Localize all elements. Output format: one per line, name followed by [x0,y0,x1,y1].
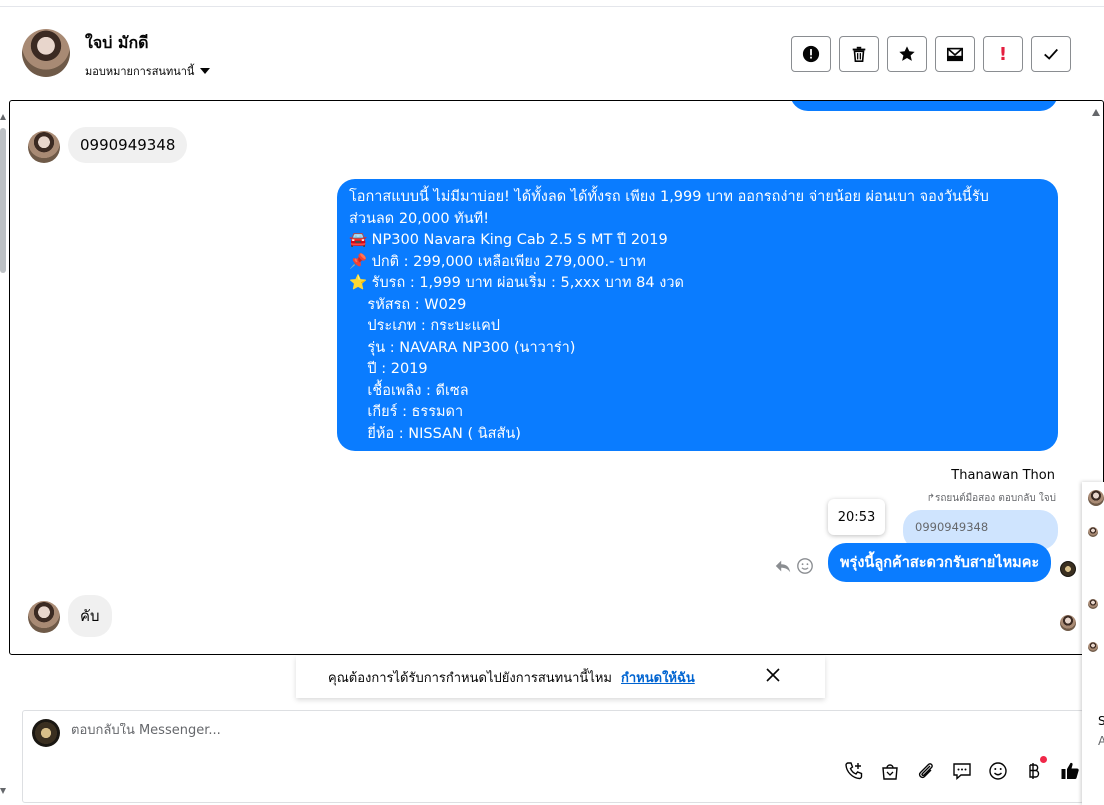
reply-icon[interactable] [774,557,792,575]
emoji-icon [989,762,1007,780]
done-icon [1044,48,1058,60]
reply-input[interactable] [71,723,771,738]
page-seen-avatar [1060,561,1076,577]
outgoing-reply-message[interactable]: พรุ่งนี้ลูกค้าสะดวกรับสายไหมคะ [828,543,1052,582]
like-button[interactable] [1057,758,1083,784]
close-icon[interactable] [766,668,780,682]
important-icon: ! [998,43,1008,65]
promo-line: ส่วนลด 20,000 ทันที! [349,210,490,227]
shop-button[interactable] [877,758,903,784]
panel-avatar[interactable] [1088,490,1104,506]
baht-payment-icon [1029,763,1040,779]
contact-seen-avatar [1060,615,1076,631]
promo-line: ยี่ห้อ : NISSAN ( นิสสัน) [349,425,521,442]
star-icon [899,46,915,61]
composer-tools [841,756,1083,784]
assign-reminder-banner: คุณต้องการได้รับการกำหนดไปยังการสนทนานี้… [296,656,825,698]
page-scroll-up-arrow[interactable] [0,114,6,120]
payment-button[interactable] [1021,756,1047,784]
promo-line: เกียร์ : ธรรมดา [349,404,464,420]
react-emoji-icon[interactable] [796,557,814,575]
thumbs-up-icon [1061,762,1079,779]
assign-label: มอบหมายการสนทนานี้ [85,65,195,78]
promo-line: เชื้อเพลิง : ดีเซล [349,382,469,399]
sender-name: Thanawan Thon [951,468,1055,483]
important-button[interactable]: ! [983,36,1023,72]
page-scrollbar-thumb[interactable] [0,128,6,273]
outgoing-promo-message[interactable]: โอกาสแบบนี้ ไม่มีมาบ่อย! ได้ทั้งลด ได้ทั… [337,179,1058,451]
mark-unread-button[interactable] [935,36,975,72]
previous-outgoing-bubble [790,101,1058,111]
conversation-header: ใจบ่ มักดี มอบหมายการสนทนานี้ ! [0,7,1104,101]
header-actions: ! [791,36,1071,72]
spam-button[interactable] [791,36,831,72]
message-thread[interactable]: 0990949348 โอกาสแบบนี้ ไม่มีมาบ่อย! ได้ท… [9,100,1104,655]
panel-avatar[interactable] [1088,527,1098,537]
mark-unread-icon [946,47,964,62]
contact-message-avatar[interactable] [28,601,60,633]
notification-dot [1040,756,1047,763]
attach-button[interactable] [913,758,939,784]
attach-icon [918,763,933,779]
reminder-text: คุณต้องการได้รับการกำหนดไปยังการสนทนานี้… [328,670,612,686]
page-avatar [32,719,60,747]
saved-reply-icon [953,763,971,781]
time-tooltip: 20:53 [828,499,885,535]
delete-button[interactable] [839,36,879,72]
promo-line: ปี : 2019 [349,361,428,377]
page-scroll-down-arrow[interactable] [0,788,6,794]
contact-name[interactable]: ใจบ่ มักดี [85,31,149,56]
promo-line: ประเภท : กระบะแคป [349,318,500,334]
promo-line: 🚘 NP300 Navara King Cab 2.5 S MT ปี 2019 [349,232,668,248]
assign-to-me-link[interactable]: กำหนดให้ฉัน [621,667,695,688]
promo-line: รหัสรถ : W029 [349,296,467,313]
panel-avatar[interactable] [1088,599,1098,609]
panel-letter: S [1098,714,1104,728]
call-button[interactable] [841,758,867,784]
panel-letter: A [1098,734,1104,748]
call-icon [845,762,863,780]
spam-icon [802,45,820,63]
contact-message-avatar[interactable] [28,131,60,163]
trash-icon [852,46,866,63]
caret-down-icon [200,68,211,74]
shopping-bag-icon [882,764,898,780]
promo-line: โอกาสแบบนี้ ไม่มีมาบ่อย! ได้ทั้งลด ได้ทั… [349,189,989,205]
promo-line: 📌 ปกติ : 299,000 เหลือเพียง 279,000.- บา… [349,253,646,270]
right-side-panel: S A [1082,482,1104,805]
promo-line: ⭐ รับรถ : 1,999 บาท ผ่อนเริ่ม : 5,xxx บา… [349,275,684,291]
panel-avatar[interactable] [1088,642,1098,652]
incoming-message[interactable]: 0990949348 [68,127,188,163]
replied-to-label: ↱รถยนต์มือสอง ตอบกลับ ใจบ่ [926,493,1056,504]
contact-avatar[interactable] [22,29,70,77]
message-hover-tools [774,557,814,575]
emoji-button[interactable] [985,758,1011,784]
promo-line: รุ่น : NAVARA NP300 (นาวาร่า) [349,339,576,356]
incoming-message[interactable]: คับ [68,595,112,637]
saved-replies-button[interactable] [949,758,975,784]
thread-scroll-up-arrow[interactable] [1092,109,1100,116]
star-button[interactable] [887,36,927,72]
mark-done-button[interactable] [1031,36,1071,72]
assign-conversation-dropdown[interactable]: มอบหมายการสนทนานี้ [85,62,211,80]
reply-composer [22,710,1084,803]
